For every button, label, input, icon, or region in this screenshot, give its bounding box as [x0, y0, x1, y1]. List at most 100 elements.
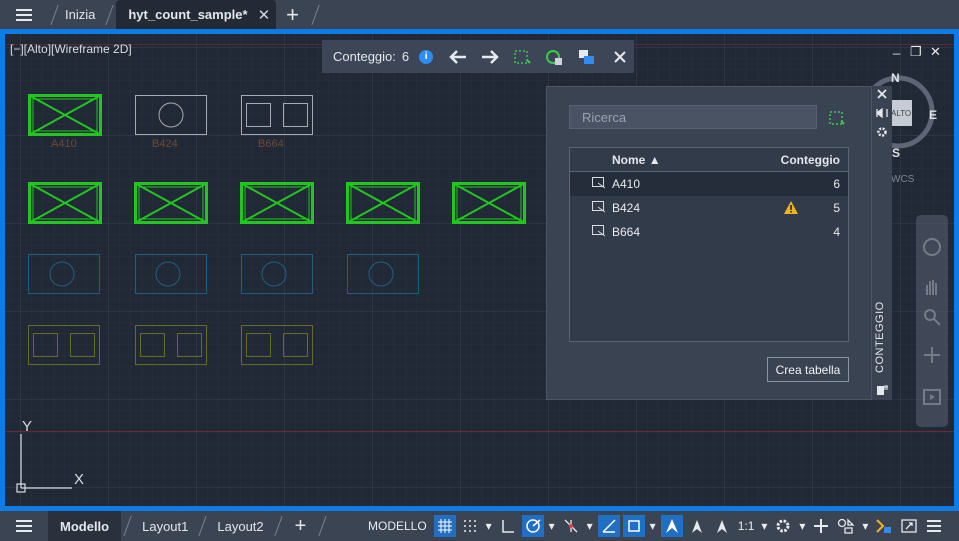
- isolate-objects-icon[interactable]: [835, 515, 857, 537]
- column-header-name[interactable]: Nome ▲: [612, 153, 661, 167]
- hardware-acceleration-icon[interactable]: [873, 515, 895, 537]
- viewcube-south[interactable]: S: [892, 146, 900, 160]
- polar-tracking-icon[interactable]: [521, 515, 544, 537]
- dropdown-arrow-icon[interactable]: ▾: [648, 515, 658, 537]
- tab-model[interactable]: Modello: [48, 511, 122, 541]
- block-b664[interactable]: [135, 325, 207, 365]
- viewcube-face[interactable]: ALTO: [891, 109, 911, 118]
- snap-mode-icon[interactable]: [459, 515, 481, 537]
- search-input[interactable]: Ricerca: [569, 105, 817, 129]
- dropdown-arrow-icon[interactable]: ▾: [797, 515, 807, 537]
- block-b424[interactable]: [347, 254, 419, 294]
- document-tab-bar: Inizia hyt_count_sample* ✕ +: [0, 0, 959, 29]
- steering-wheel-icon[interactable]: [922, 237, 942, 257]
- object-snap-tracking-icon[interactable]: [597, 515, 620, 537]
- dropdown-arrow-icon[interactable]: ▾: [860, 515, 870, 537]
- dropdown-arrow-icon[interactable]: ▾: [759, 515, 769, 537]
- dropdown-arrow-icon[interactable]: ▾: [484, 515, 494, 537]
- ucs-y-label: Y: [22, 418, 33, 435]
- arrow-right-icon[interactable]: [481, 48, 499, 66]
- block-a410-selected[interactable]: [452, 182, 526, 224]
- block-b424[interactable]: [28, 254, 100, 294]
- close-icon[interactable]: [611, 48, 629, 66]
- dropdown-arrow-icon[interactable]: ▾: [585, 515, 595, 537]
- properties-gear-icon[interactable]: [876, 126, 888, 138]
- new-layout-button[interactable]: +: [285, 515, 317, 538]
- select-area-icon[interactable]: [828, 109, 846, 132]
- close-tab-icon[interactable]: ✕: [258, 6, 271, 24]
- annotation-scale-value[interactable]: 1:1: [736, 515, 757, 537]
- viewcube-east[interactable]: E: [929, 108, 937, 122]
- annotation-scale-icon[interactable]: [711, 515, 733, 537]
- list-item[interactable]: A410 6: [570, 172, 848, 196]
- palette-side-title: CONTEGGIO: [874, 301, 886, 373]
- ucs-x-axis-line: [5, 431, 954, 432]
- list-item[interactable]: B664 4: [570, 220, 848, 244]
- hamburger-menu-icon[interactable]: [0, 0, 48, 29]
- warning-icon[interactable]: [783, 200, 799, 218]
- minimize-viewport-icon[interactable]: _: [893, 40, 900, 55]
- navigation-bar[interactable]: [916, 215, 948, 427]
- count-toolbar: Conteggio: 6 i: [322, 40, 634, 73]
- orbit-icon[interactable]: [922, 345, 942, 365]
- count-value: 6: [401, 49, 410, 64]
- annotation-monitor-icon[interactable]: [810, 515, 832, 537]
- arrow-left-icon[interactable]: [449, 48, 467, 66]
- tab-label: hyt_count_sample*: [128, 7, 248, 22]
- ortho-icon[interactable]: [497, 515, 519, 537]
- block-b424[interactable]: [135, 254, 207, 294]
- select-objects-icon[interactable]: [513, 48, 531, 66]
- block-a410-selected[interactable]: [240, 182, 314, 224]
- dropdown-arrow-icon[interactable]: ▾: [547, 515, 557, 537]
- tab-layout2[interactable]: Layout2: [209, 511, 271, 541]
- new-tab-button[interactable]: +: [276, 2, 309, 28]
- tab-layout1[interactable]: Layout1: [134, 511, 196, 541]
- tab-label: Inizia: [65, 7, 96, 22]
- restore-viewport-icon[interactable]: ❐: [910, 44, 922, 60]
- ucs-x-label: X: [74, 471, 85, 488]
- block-label-b424: B424: [152, 138, 178, 150]
- block-a410-selected[interactable]: [28, 94, 102, 136]
- block-icon: [592, 225, 606, 240]
- block-b664[interactable]: [241, 325, 313, 365]
- autohide-icon[interactable]: [876, 108, 888, 118]
- block-b664[interactable]: [241, 95, 313, 135]
- annotation-visibility-icon[interactable]: [660, 515, 683, 537]
- block-b424[interactable]: [241, 254, 313, 294]
- block-icon: [592, 177, 606, 192]
- showmotion-icon[interactable]: [922, 387, 942, 407]
- pan-hand-icon[interactable]: [922, 277, 942, 297]
- model-space-toggle[interactable]: MODELLO: [364, 515, 431, 537]
- wcs-menu[interactable]: WCS: [891, 174, 914, 185]
- block-a410-selected[interactable]: [134, 182, 208, 224]
- list-item[interactable]: B424 5: [570, 196, 848, 220]
- sort-ascending-icon: ▲: [648, 153, 661, 167]
- block-a410-selected[interactable]: [346, 182, 420, 224]
- block-a410-selected[interactable]: [28, 182, 102, 224]
- viewport-controls-label[interactable]: [−][Alto][Wireframe 2D]: [10, 42, 132, 56]
- isometric-drafting-icon[interactable]: [560, 515, 582, 537]
- block-label-a410: A410: [51, 138, 77, 150]
- tab-hyt-count-sample[interactable]: hyt_count_sample* ✕: [116, 0, 277, 29]
- layout-menu-icon[interactable]: [0, 512, 48, 541]
- info-icon[interactable]: i: [419, 49, 434, 64]
- viewcube-north[interactable]: N: [891, 71, 900, 85]
- close-viewport-icon[interactable]: ✕: [930, 44, 941, 60]
- auto-scale-icon[interactable]: [686, 515, 708, 537]
- tab-inizia[interactable]: Inizia: [61, 0, 103, 29]
- object-snap-icon[interactable]: [622, 515, 645, 537]
- status-bar: Modello Layout1 Layout2 + MODELLO ▾ ▾ ▾: [0, 511, 959, 541]
- fullscreen-icon[interactable]: [898, 515, 920, 537]
- insert-count-field-icon[interactable]: [577, 48, 595, 66]
- block-b664[interactable]: [28, 325, 100, 365]
- customization-menu-icon[interactable]: [923, 515, 945, 537]
- find-replace-block-icon[interactable]: [545, 48, 563, 66]
- column-header-count[interactable]: Conteggio: [781, 153, 840, 167]
- zoom-extents-icon[interactable]: [922, 307, 942, 327]
- grid-display-icon[interactable]: [433, 515, 456, 537]
- workspace-gear-icon[interactable]: [772, 515, 794, 537]
- close-palette-icon[interactable]: [877, 89, 887, 99]
- create-table-button[interactable]: Crea tabella: [767, 357, 849, 382]
- count-palette: Ricerca Nome ▲ Conteggio A410 6 B424 5 B…: [546, 86, 872, 400]
- block-b424[interactable]: [135, 95, 207, 135]
